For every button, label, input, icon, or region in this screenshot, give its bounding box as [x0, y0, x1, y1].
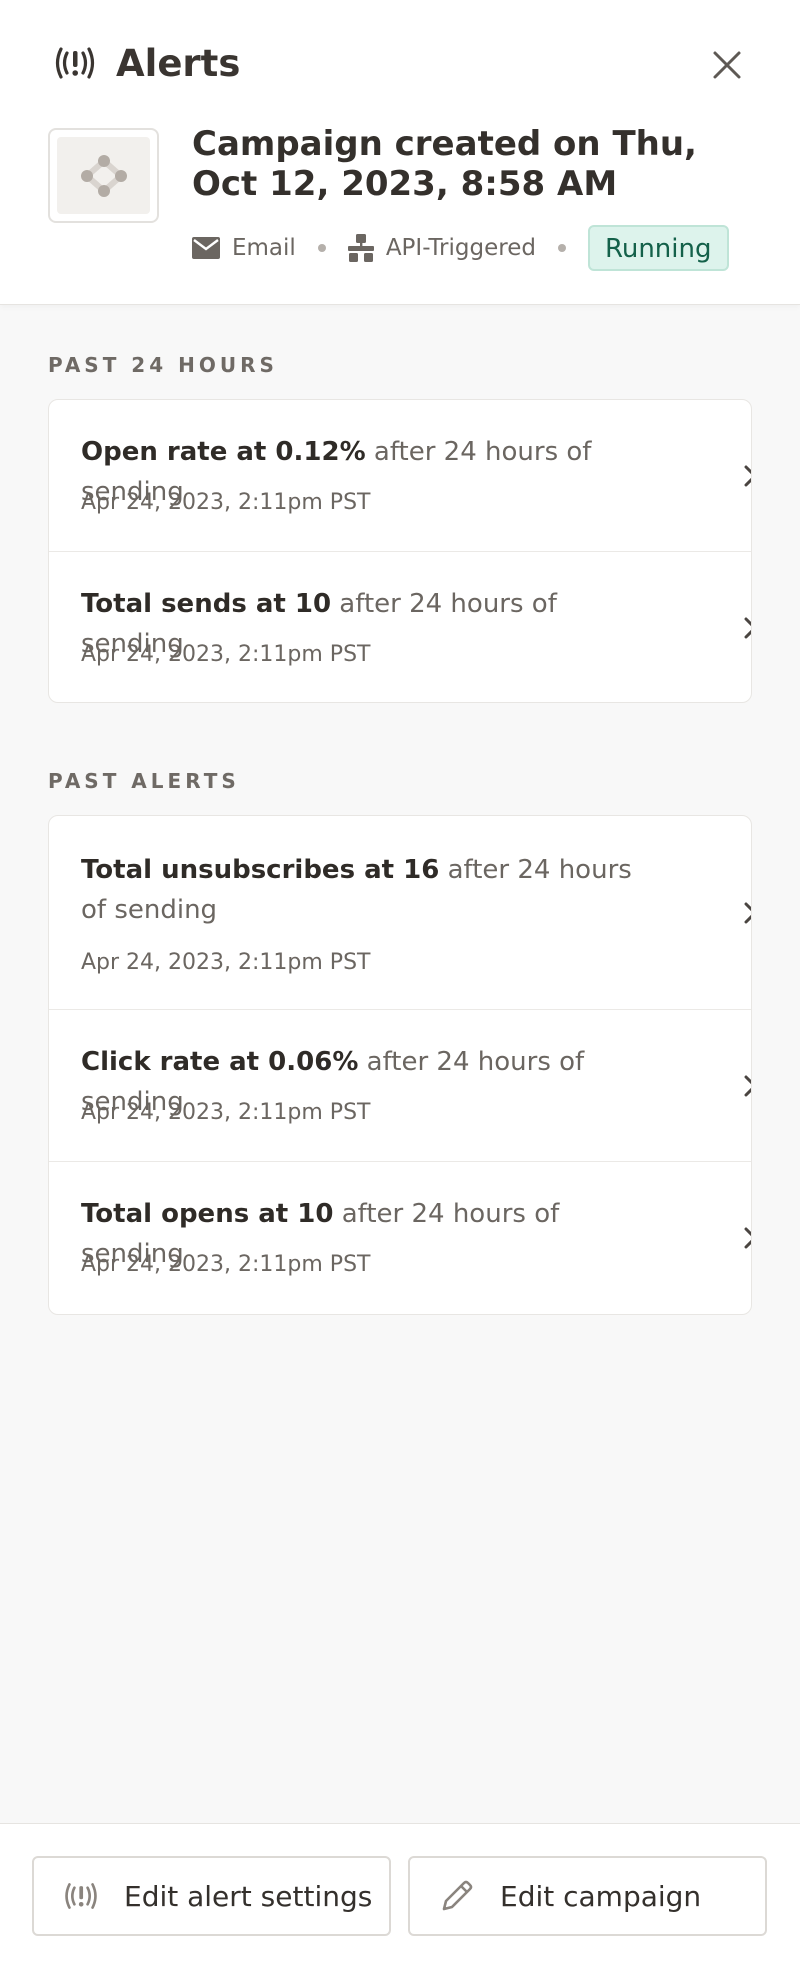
title-row: Alerts — [52, 40, 240, 86]
campaign-meta: Email API-Triggered Running — [192, 224, 729, 272]
close-icon — [713, 51, 741, 79]
close-button[interactable] — [702, 40, 752, 90]
meta-separator — [317, 244, 326, 252]
campaign-flow-icon — [80, 154, 127, 197]
page-title: Alerts — [116, 41, 241, 85]
section-label-past-alerts: PAST ALERTS — [48, 769, 240, 793]
alert-row-open-rate[interactable]: Open rate at 0.12% after 24 hours of sen… — [49, 400, 751, 552]
campaign-title: Campaign created on Thu, Oct 12, 2023, 8… — [192, 124, 697, 204]
alert-metric: Total opens at 10 — [81, 1199, 334, 1229]
edit-campaign-button[interactable]: Edit campaign — [408, 1856, 767, 1936]
alert-date: Apr 24, 2023, 2:11pm PST — [81, 1100, 371, 1125]
alert-metric: Total unsubscribes at 16 — [81, 855, 440, 885]
trigger-meta: API-Triggered — [347, 234, 536, 262]
alert-metric: Click rate at 0.06% — [81, 1047, 359, 1077]
api-icon — [347, 234, 374, 262]
alert-signal-icon — [52, 40, 98, 86]
status-badge: Running — [587, 225, 729, 271]
section-label-past-24-hours: PAST 24 HOURS — [48, 353, 278, 377]
campaign-thumbnail — [48, 128, 159, 223]
alert-metric: Total sends at 10 — [81, 589, 332, 619]
chevron-right-icon — [744, 1075, 751, 1097]
alerts-card-past-24-hours: Open rate at 0.12% after 24 hours of sen… — [48, 399, 752, 703]
chevron-right-icon — [744, 617, 751, 639]
edit-alert-settings-label: Edit alert settings — [124, 1879, 373, 1913]
edit-alert-settings-button[interactable]: Edit alert settings — [32, 1856, 391, 1936]
alert-text: Total unsubscribes at 16 after 24 hours … — [81, 850, 641, 930]
alert-date: Apr 24, 2023, 2:11pm PST — [81, 642, 371, 667]
footer-actions: Edit alert settings Edit campaign — [0, 1823, 800, 1966]
alert-row-total-opens[interactable]: Total opens at 10 after 24 hours of send… — [49, 1162, 751, 1314]
alert-row-total-sends[interactable]: Total sends at 10 after 24 hours of send… — [49, 552, 751, 702]
chevron-right-icon — [744, 465, 751, 487]
alert-metric: Open rate at 0.12% — [81, 437, 366, 467]
trigger-label: API-Triggered — [385, 235, 536, 261]
channel-label: Email — [232, 235, 296, 261]
chevron-right-icon — [744, 902, 751, 924]
chevron-right-icon — [744, 1227, 751, 1249]
alerts-header: Alerts Campaign created on Thu, Oct 12, … — [0, 0, 800, 305]
alert-date: Apr 24, 2023, 2:11pm PST — [81, 1252, 371, 1277]
edit-campaign-label: Edit campaign — [500, 1879, 702, 1913]
meta-separator — [557, 244, 566, 252]
envelope-icon — [192, 237, 220, 259]
channel-meta: Email — [192, 235, 296, 261]
alert-row-click-rate[interactable]: Click rate at 0.06% after 24 hours of se… — [49, 1010, 751, 1162]
alert-date: Apr 24, 2023, 2:11pm PST — [81, 950, 371, 975]
alert-date: Apr 24, 2023, 2:11pm PST — [81, 490, 371, 515]
alerts-panel: Alerts Campaign created on Thu, Oct 12, … — [0, 0, 800, 1966]
pencil-icon — [442, 1880, 473, 1911]
alert-row-total-unsubscribes[interactable]: Total unsubscribes at 16 after 24 hours … — [49, 816, 751, 1010]
alert-signal-icon — [65, 1883, 97, 1909]
alerts-card-past-alerts: Total unsubscribes at 16 after 24 hours … — [48, 815, 752, 1315]
